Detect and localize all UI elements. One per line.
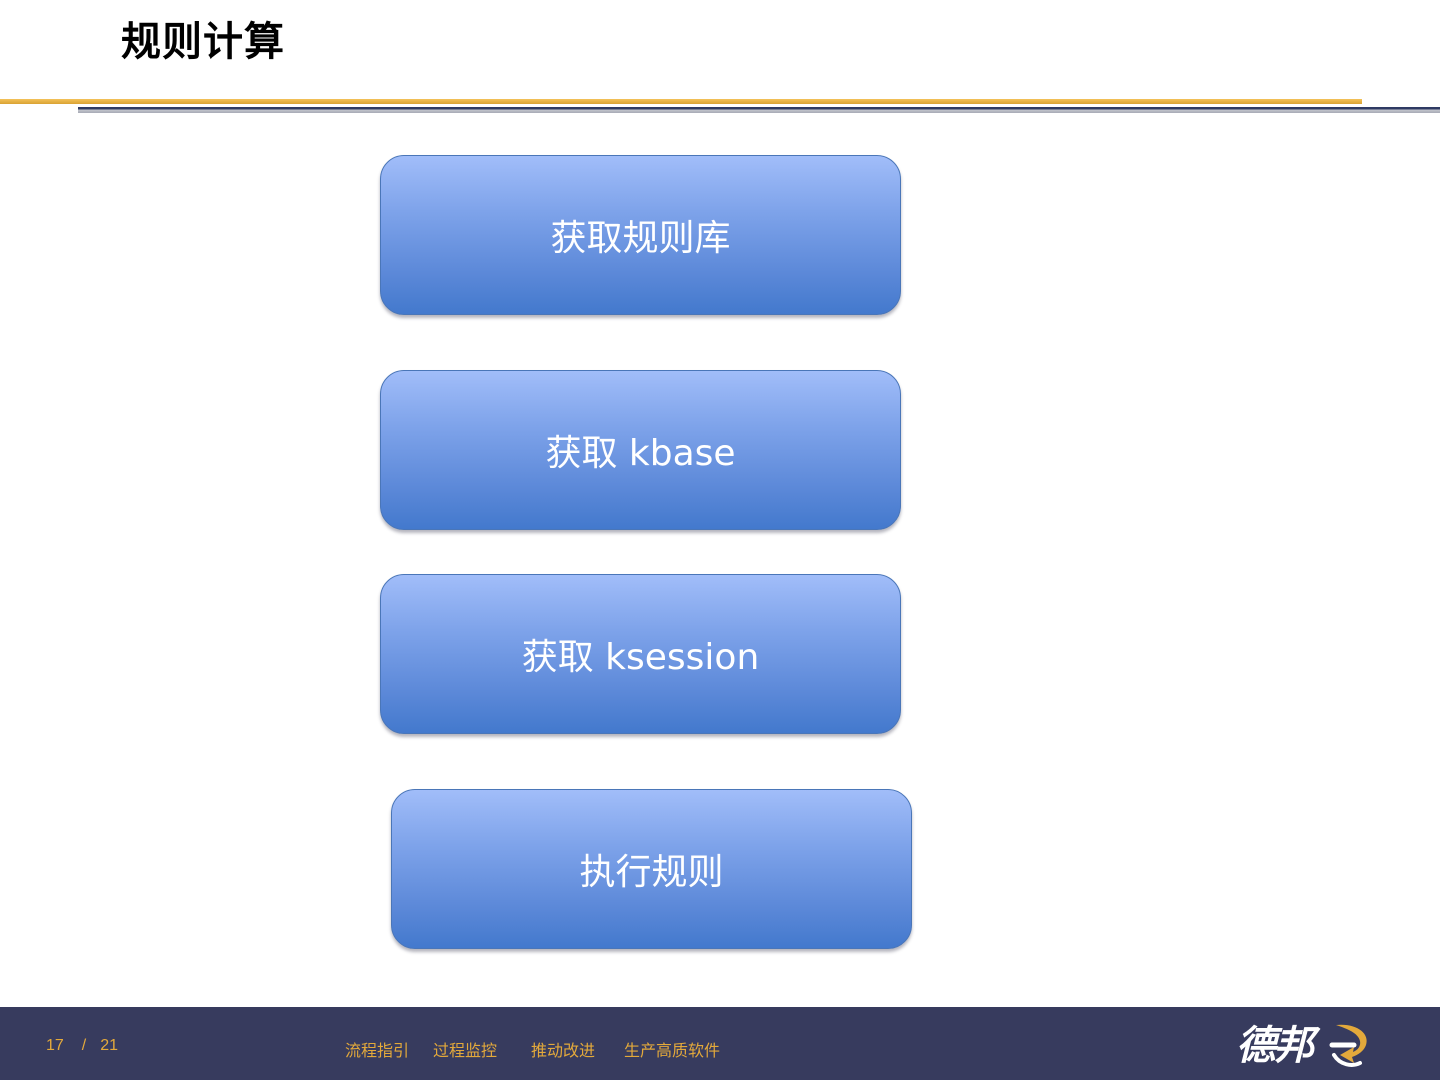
logo-arrow-icon	[1329, 1024, 1367, 1067]
page-title: 规则计算	[121, 19, 285, 65]
step-label: 获取 kbase	[545, 433, 736, 474]
step-get-ksession[interactable]: 获取 ksession	[380, 574, 901, 734]
footer-tagline: 推动改进	[531, 1041, 596, 1060]
header-divider-dark	[78, 107, 1440, 113]
page-separator: /	[81, 1037, 87, 1054]
footer-bar: 17 / 21 流程指引 过程监控 推动改进 生产高质软件 德邦	[0, 1007, 1440, 1080]
step-label: 获取 ksession	[521, 637, 760, 678]
step-label: 获取规则库	[550, 218, 731, 259]
footer-tagline: 生产高质软件	[624, 1041, 721, 1060]
slide: 规则计算 获取规则库 获取 kbase 获取 ksession 执行规则 17 /…	[0, 0, 1440, 1080]
logo-wordmark: 德邦	[1236, 1023, 1314, 1069]
footer-tagline: 过程监控	[433, 1041, 498, 1060]
step-label: 执行规则	[579, 852, 724, 893]
page-total: 21	[100, 1037, 119, 1054]
company-logo: 德邦	[1232, 1015, 1378, 1073]
page-current: 17	[46, 1037, 64, 1054]
step-get-rule-base[interactable]: 获取规则库	[380, 155, 901, 315]
step-execute-rules[interactable]: 执行规则	[391, 789, 912, 949]
step-get-kbase[interactable]: 获取 kbase	[380, 370, 901, 530]
header-divider-gold	[0, 99, 1362, 104]
footer-tagline: 流程指引	[345, 1041, 410, 1060]
page-indicator: 17 / 21	[46, 1037, 118, 1055]
